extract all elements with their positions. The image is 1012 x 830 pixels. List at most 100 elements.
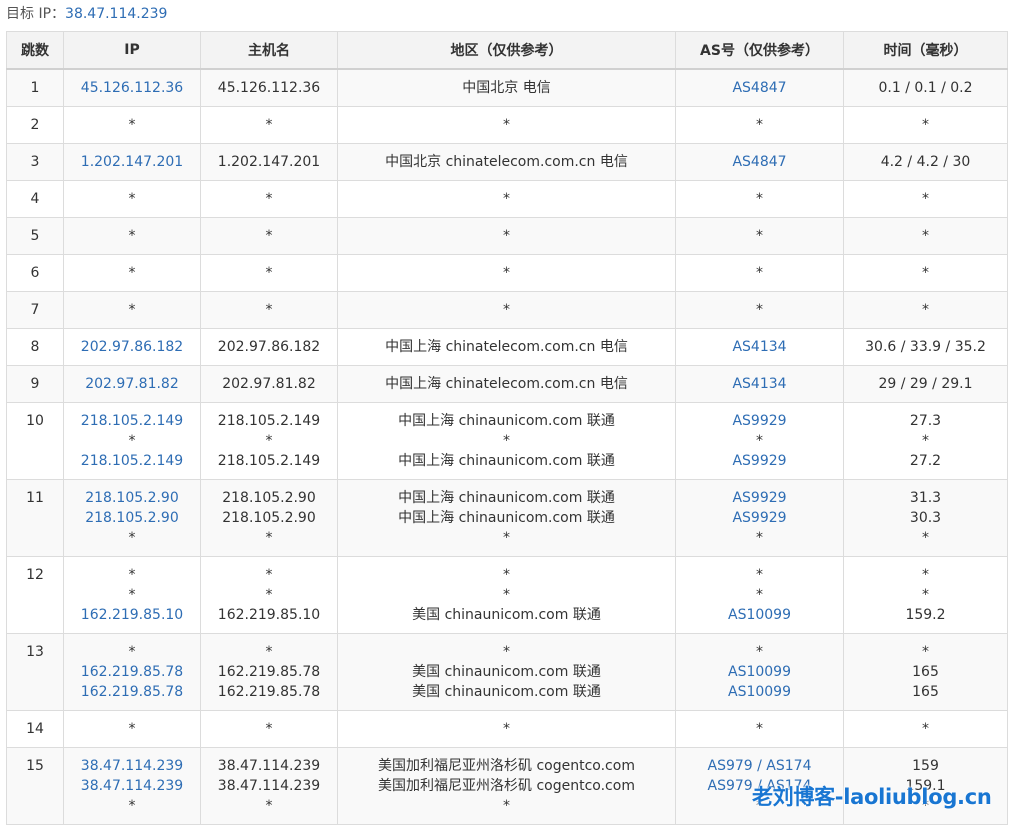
hop-cell: 7 bbox=[6, 291, 64, 329]
hostname-value: * bbox=[265, 721, 273, 737]
as-value[interactable]: AS4134 bbox=[678, 337, 841, 357]
region-cell: 中国上海 chinatelecom.com.cn 电信 bbox=[337, 328, 676, 366]
as-cell: * bbox=[675, 106, 844, 144]
as-value[interactable]: AS9929 bbox=[678, 451, 841, 471]
ip-cell: 218.105.2.90 218.105.2.90 * bbox=[63, 479, 201, 557]
hop-cell: 4 bbox=[6, 180, 64, 218]
time-cell: * * 159.2 bbox=[843, 556, 1008, 634]
time-cell: 4.2 / 4.2 / 30 bbox=[843, 143, 1008, 181]
as-cell: * bbox=[675, 254, 844, 292]
as-value[interactable]: AS10099 bbox=[678, 605, 841, 625]
region-value: * bbox=[503, 302, 510, 318]
hop-cell: 9 bbox=[6, 365, 64, 403]
time-cell: * bbox=[843, 217, 1008, 255]
hostname-value: 38.47.114.239 bbox=[217, 758, 321, 774]
as-value[interactable]: AS4847 bbox=[678, 152, 841, 172]
region-value: 中国上海 chinatelecom.com.cn 电信 bbox=[385, 339, 628, 355]
region-value: 中国北京 电信 bbox=[462, 80, 551, 96]
ip-value[interactable]: 162.219.85.78 bbox=[66, 682, 198, 702]
as-cell: AS9929 AS9929 * bbox=[675, 479, 844, 557]
as-cell: AS4847 bbox=[675, 143, 844, 181]
ip-value[interactable]: 218.105.2.90 bbox=[66, 488, 198, 508]
hostname-cell: 202.97.86.182 bbox=[200, 328, 338, 366]
as-value[interactable]: AS9929 bbox=[678, 488, 841, 508]
time-value: 4.2 / 4.2 / 30 bbox=[880, 154, 971, 170]
ip-value: * bbox=[128, 798, 136, 814]
hostname-value: * bbox=[265, 587, 273, 603]
ip-value[interactable]: 218.105.2.90 bbox=[66, 508, 198, 528]
ip-cell: 45.126.112.36 bbox=[63, 68, 201, 107]
as-value[interactable]: AS979 / AS174 bbox=[678, 756, 841, 776]
as-value[interactable]: AS9929 bbox=[678, 411, 841, 431]
as-value[interactable]: AS4847 bbox=[678, 78, 841, 98]
ip-value[interactable]: 218.105.2.149 bbox=[66, 451, 198, 471]
header-hop: 跳数 bbox=[6, 31, 64, 70]
hostname-value: * bbox=[265, 567, 273, 583]
region-value: * bbox=[503, 191, 510, 207]
time-value: * bbox=[922, 644, 929, 660]
hop-number: 11 bbox=[26, 490, 44, 506]
ip-cell: * bbox=[63, 106, 201, 144]
time-value: 30.3 bbox=[909, 510, 942, 526]
as-value[interactable]: AS9929 bbox=[678, 508, 841, 528]
as-cell: * bbox=[675, 710, 844, 748]
as-value[interactable]: AS4134 bbox=[678, 374, 841, 394]
table-row: 9 202.97.81.82 202.97.81.82 中国上海 chinatelec… bbox=[6, 365, 1008, 403]
ip-value: * bbox=[128, 644, 136, 660]
ip-cell: 202.97.81.82 bbox=[63, 365, 201, 403]
ip-value[interactable]: 1.202.147.201 bbox=[66, 152, 198, 172]
time-cell: 31.3 30.3 * bbox=[843, 479, 1008, 557]
hop-number: 13 bbox=[26, 644, 44, 660]
time-cell: 29 / 29 / 29.1 bbox=[843, 365, 1008, 403]
as-value: * bbox=[756, 587, 763, 603]
hop-number: 1 bbox=[30, 80, 40, 96]
time-cell: * bbox=[843, 180, 1008, 218]
ip-value[interactable]: 162.219.85.10 bbox=[66, 605, 198, 625]
ip-value[interactable]: 218.105.2.149 bbox=[66, 411, 198, 431]
hop-cell: 11 bbox=[6, 479, 64, 557]
table-row: 6 * * * * * bbox=[6, 254, 1008, 292]
hop-cell: 1 bbox=[6, 68, 64, 107]
as-value: * bbox=[756, 721, 763, 737]
hop-cell: 2 bbox=[6, 106, 64, 144]
hostname-cell: * bbox=[200, 291, 338, 329]
table-row: 14 * * * * * bbox=[6, 710, 1008, 748]
hop-number: 12 bbox=[26, 567, 44, 583]
as-cell: * * AS10099 bbox=[675, 556, 844, 634]
as-value[interactable]: AS10099 bbox=[678, 682, 841, 702]
ip-value[interactable]: 202.97.81.82 bbox=[66, 374, 198, 394]
region-cell: 中国上海 chinatelecom.com.cn 电信 bbox=[337, 365, 676, 403]
hop-number: 6 bbox=[30, 265, 40, 281]
ip-cell: 218.105.2.149 * 218.105.2.149 bbox=[63, 402, 201, 480]
ip-value: * bbox=[128, 191, 136, 207]
as-cell: AS4134 bbox=[675, 328, 844, 366]
ip-cell: * bbox=[63, 710, 201, 748]
target-ip-value[interactable]: 38.47.114.239 bbox=[65, 6, 167, 22]
time-value: 31.3 bbox=[909, 490, 942, 506]
time-value: 27.2 bbox=[909, 453, 942, 469]
as-cell: * bbox=[675, 291, 844, 329]
ip-value[interactable]: 162.219.85.78 bbox=[66, 662, 198, 682]
header-time: 时间（毫秒） bbox=[843, 31, 1008, 70]
ip-value[interactable]: 38.47.114.239 bbox=[66, 756, 198, 776]
region-value: * bbox=[503, 721, 510, 737]
as-value: * bbox=[756, 191, 763, 207]
hop-number: 2 bbox=[30, 117, 40, 133]
as-value[interactable]: AS10099 bbox=[678, 662, 841, 682]
hop-number: 14 bbox=[26, 721, 44, 737]
hostname-cell: 38.47.114.239 38.47.114.239 * bbox=[200, 747, 338, 825]
ip-cell: * * 162.219.85.10 bbox=[63, 556, 201, 634]
region-cell: * bbox=[337, 291, 676, 329]
ip-value[interactable]: 38.47.114.239 bbox=[66, 776, 198, 796]
hostname-cell: * bbox=[200, 106, 338, 144]
hop-number: 4 bbox=[30, 191, 40, 207]
ip-value[interactable]: 45.126.112.36 bbox=[66, 78, 198, 98]
ip-value[interactable]: 202.97.86.182 bbox=[66, 337, 198, 357]
hostname-value: * bbox=[265, 117, 273, 133]
table-row: 13 * 162.219.85.78 162.219.85.78 * 162.219.85… bbox=[6, 633, 1008, 711]
hostname-value: 218.105.2.90 bbox=[222, 510, 316, 526]
hostname-value: * bbox=[265, 433, 273, 449]
hostname-value: 45.126.112.36 bbox=[217, 80, 321, 96]
time-value: * bbox=[922, 721, 929, 737]
ip-value: * bbox=[128, 721, 136, 737]
